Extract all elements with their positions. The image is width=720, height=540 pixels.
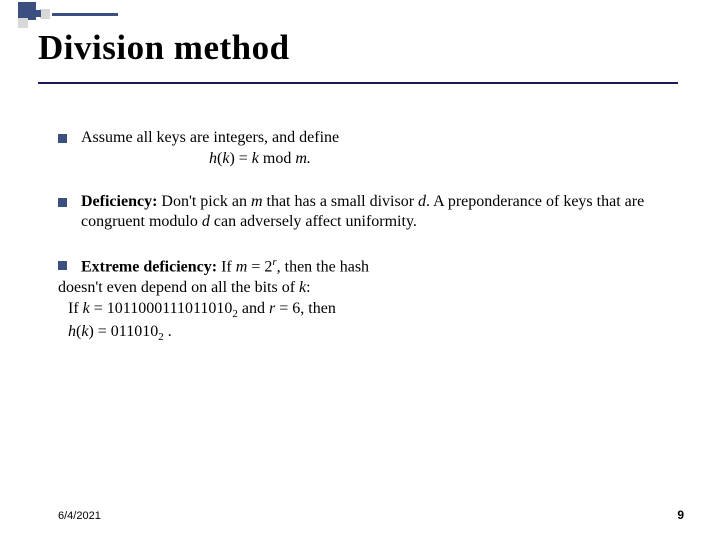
b3-k2: k xyxy=(83,300,90,317)
b3-eq2: = 6, then xyxy=(275,300,336,317)
formula-k2: k xyxy=(252,150,259,167)
bullet-icon xyxy=(58,198,67,207)
extreme-label: Extreme deficiency: xyxy=(81,259,217,276)
b3-line2: doesn't even depend on all the bits of xyxy=(58,279,299,296)
bullet-3-line3: If k = 10110001110110102 and r = 6, then xyxy=(68,299,678,321)
b2-d: can adversely affect uniformity. xyxy=(210,213,417,230)
deco-row xyxy=(0,0,720,20)
square-medium-icon xyxy=(40,9,50,19)
deco-row2 xyxy=(0,20,720,28)
slide: Division method Assume all keys are inte… xyxy=(0,0,720,540)
b3-hk: h xyxy=(68,323,76,340)
formula-eq: = xyxy=(235,150,252,167)
b2-d2: d xyxy=(202,213,210,230)
b3-c: , then the hash xyxy=(277,259,369,276)
footer-date: 6/4/2021 xyxy=(58,510,101,522)
b3-a: If xyxy=(217,259,236,276)
bullet-3-row1: Extreme deficiency: If m = 2r, then the … xyxy=(58,255,678,278)
bullet-3-line4: h(k) = 0110102 . xyxy=(68,322,678,344)
content-area: Assume all keys are integers, and define… xyxy=(58,128,678,344)
bullet-1-line1: Assume all keys are integers, and define xyxy=(81,128,339,149)
accent-line xyxy=(52,13,118,16)
b3-if: If xyxy=(68,300,83,317)
b3-b: = 2 xyxy=(247,259,272,276)
b3-and: and xyxy=(238,300,269,317)
b3-colon: : xyxy=(306,279,310,296)
formula-mod: mod xyxy=(259,150,295,167)
header-decoration xyxy=(0,0,720,22)
square-small-blue-icon xyxy=(34,10,41,17)
bullet-1-formula: h(k) = k mod m. xyxy=(209,149,339,170)
b3-dot: . xyxy=(164,323,172,340)
bullet-2: Deficiency: Don't pick an m that has a s… xyxy=(58,192,678,234)
slide-title: Division method xyxy=(38,28,290,68)
title-underline xyxy=(38,82,678,84)
bullet-2-text: Deficiency: Don't pick an m that has a s… xyxy=(81,192,678,234)
formula-h: h xyxy=(209,150,217,167)
b2-m1: m xyxy=(251,193,263,210)
b2-a: Don't pick an xyxy=(157,193,251,210)
square-small-grey-icon xyxy=(18,18,28,28)
bullet-1-text: Assume all keys are integers, and define… xyxy=(81,128,339,170)
deficiency-label: Deficiency: xyxy=(81,193,157,210)
footer-page-number: 9 xyxy=(677,508,684,522)
b3-m: m xyxy=(236,259,248,276)
bullet-icon xyxy=(58,261,67,270)
b2-d1: d xyxy=(418,193,426,210)
bullet-1: Assume all keys are integers, and define… xyxy=(58,128,678,170)
formula-m: m. xyxy=(295,150,311,167)
b3-eq1: = 1011000111011010 xyxy=(90,300,233,317)
b2-b: that has a small divisor xyxy=(263,193,419,210)
bullet-3-line1: Extreme deficiency: If m = 2r, then the … xyxy=(81,255,369,278)
bullet-3-line2: doesn't even depend on all the bits of k… xyxy=(58,278,678,299)
bullet-3-block: Extreme deficiency: If m = 2r, then the … xyxy=(58,255,678,344)
bullet-icon xyxy=(58,134,67,143)
b3-eq3: = 011010 xyxy=(94,323,158,340)
